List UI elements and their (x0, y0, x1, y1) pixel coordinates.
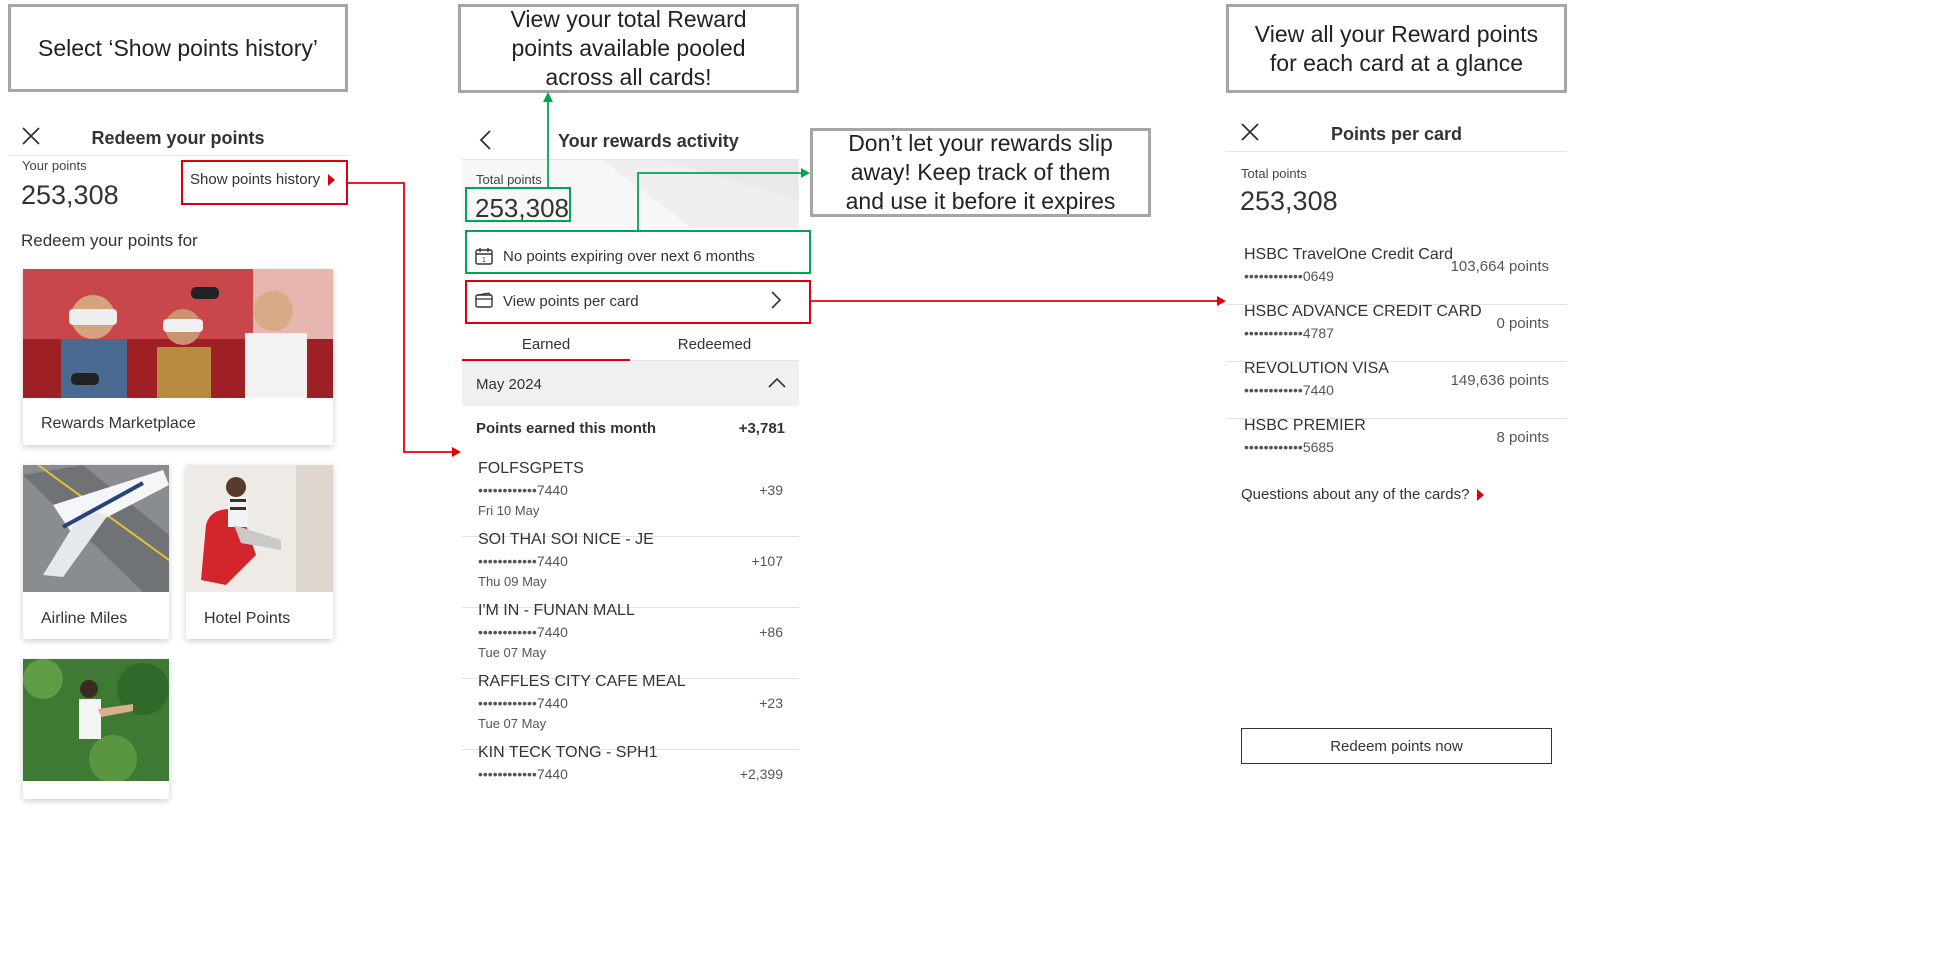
connector-arrows (348, 92, 1226, 457)
